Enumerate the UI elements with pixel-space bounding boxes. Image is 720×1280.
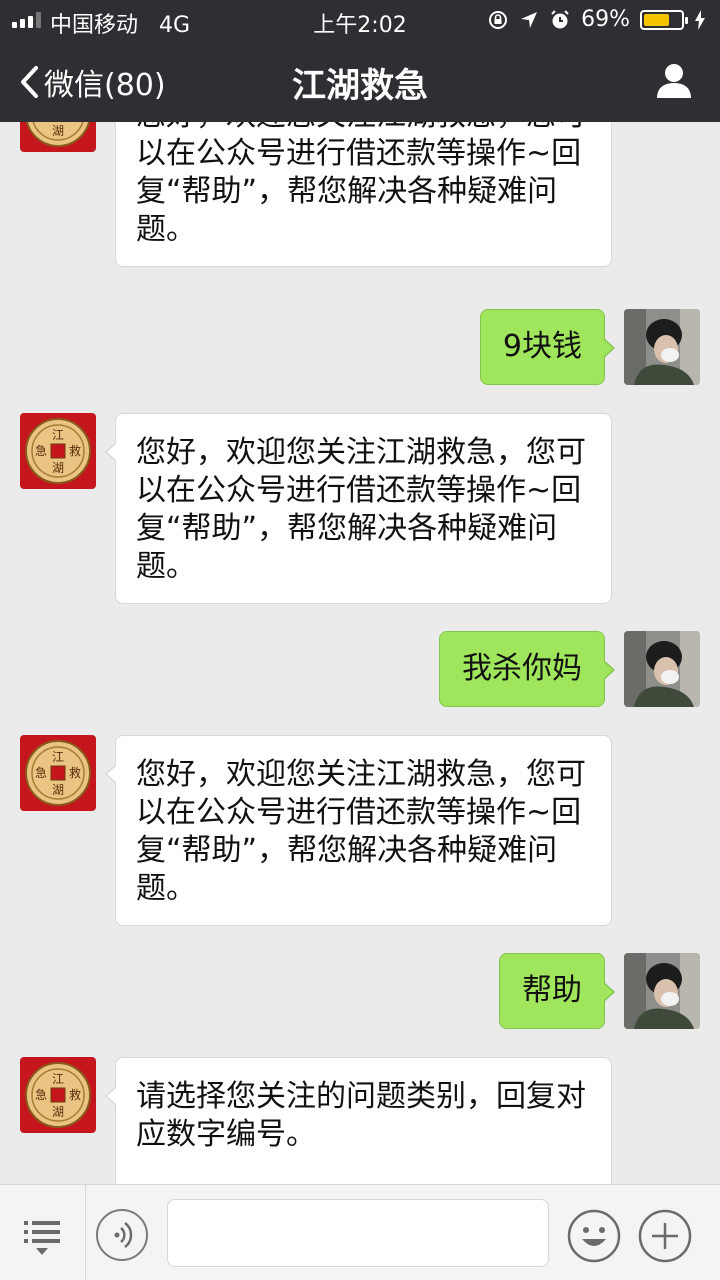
location-icon <box>521 11 538 28</box>
voice-icon <box>114 1222 133 1248</box>
svg-text:急: 急 <box>35 1087 47 1102</box>
message-bubble[interactable]: 9块钱 <box>479 309 616 385</box>
message-input[interactable] <box>167 1199 549 1267</box>
svg-text:江: 江 <box>52 1072 64 1086</box>
user-avatar[interactable] <box>624 631 700 707</box>
message-list[interactable]: 江救急湖您好，欢迎您关注江湖救急，您可以在公众号进行借还款等操作~回复“帮助”，… <box>0 122 720 1184</box>
message-bubble[interactable]: 请选择您关注的问题类别，回复对应数字编号。 <box>105 1057 612 1184</box>
message-bubble[interactable]: 您好，欢迎您关注江湖救急，您可以在公众号进行借还款等操作~回复“帮助”，帮您解决… <box>105 122 612 267</box>
chevron-left-icon <box>21 66 38 98</box>
alarm-icon <box>551 9 569 28</box>
back-button[interactable]: 微信(80) <box>18 60 166 104</box>
charging-icon <box>695 9 705 30</box>
svg-text:湖: 湖 <box>52 123 64 138</box>
menu-toggle-button[interactable] <box>0 1185 86 1280</box>
voice-input-button[interactable] <box>96 1209 148 1261</box>
svg-text:湖: 湖 <box>52 460 64 475</box>
input-bar <box>0 1184 720 1280</box>
status-bar: 中国移动 4G 上午2:02 69% <box>0 0 720 40</box>
emoji-icon <box>567 1209 621 1263</box>
svg-text:湖: 湖 <box>52 782 64 797</box>
battery-level-fill <box>644 13 669 26</box>
emoji-button[interactable] <box>567 1209 621 1263</box>
svg-text:救: 救 <box>69 1087 81 1102</box>
message-bubble[interactable]: 帮助 <box>499 953 615 1029</box>
svg-text:江: 江 <box>52 428 64 442</box>
svg-text:湖: 湖 <box>52 1104 64 1119</box>
bot-avatar[interactable]: 江救 急湖 <box>20 1057 96 1133</box>
svg-text:救: 救 <box>69 443 81 458</box>
bot-avatar[interactable]: 江救急湖 <box>20 122 96 152</box>
user-avatar[interactable] <box>624 309 700 385</box>
top-bar: 中国移动 4G 上午2:02 69% 微信(80) 江湖救急 <box>0 0 720 122</box>
svg-text:救: 救 <box>69 765 81 780</box>
rotation-lock-icon <box>489 10 508 29</box>
battery-percent: 69% <box>581 7 630 32</box>
message-bubble[interactable]: 您好，欢迎您关注江湖救急，您可以在公众号进行借还款等操作~回复“帮助”，帮您解决… <box>105 413 612 604</box>
message-bubble[interactable]: 我杀你妈 <box>439 631 615 707</box>
bot-avatar[interactable]: 江救 急湖 <box>20 413 96 489</box>
svg-text:急: 急 <box>35 443 47 458</box>
menu-list-icon <box>24 1221 60 1255</box>
back-label: 微信(80) <box>44 68 166 103</box>
message-bubble[interactable]: 您好，欢迎您关注江湖救急，您可以在公众号进行借还款等操作~回复“帮助”，帮您解决… <box>105 735 612 926</box>
bot-avatar[interactable]: 江救 急湖 <box>20 735 96 811</box>
plus-icon <box>638 1209 692 1263</box>
user-avatar[interactable] <box>624 953 700 1029</box>
svg-text:急: 急 <box>35 765 47 780</box>
nav-bar: 微信(80) 江湖救急 <box>0 40 720 122</box>
battery-icon <box>640 9 688 30</box>
more-actions-button[interactable] <box>638 1209 692 1263</box>
status-icons: 69% <box>487 7 706 32</box>
svg-text:江: 江 <box>52 750 64 764</box>
person-icon <box>657 64 691 98</box>
profile-button[interactable] <box>654 60 694 100</box>
